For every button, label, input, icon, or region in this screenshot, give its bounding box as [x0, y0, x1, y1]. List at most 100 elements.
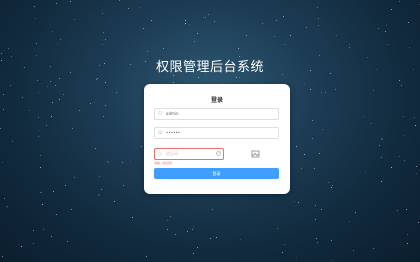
- star: [62, 94, 64, 96]
- star: [59, 99, 61, 100]
- star: [316, 242, 318, 244]
- star: [185, 23, 187, 25]
- clear-icon[interactable]: ×: [216, 151, 221, 156]
- star: [403, 159, 405, 161]
- star: [186, 231, 188, 233]
- star: [197, 247, 199, 249]
- lock-icon: ⊙: [158, 130, 163, 136]
- star: [50, 116, 52, 118]
- star: [371, 123, 373, 125]
- star: [380, 181, 382, 182]
- star: [93, 102, 95, 104]
- star: [384, 30, 386, 32]
- star: [3, 198, 5, 200]
- star: [312, 138, 314, 140]
- star: [398, 79, 400, 81]
- star: [101, 43, 103, 45]
- star: [352, 249, 354, 251]
- star: [107, 162, 109, 164]
- star: [322, 129, 324, 131]
- star: [239, 76, 241, 78]
- star: [41, 204, 43, 206]
- star: [35, 42, 37, 44]
- star: [12, 140, 14, 142]
- star: [140, 145, 142, 147]
- star: [97, 193, 99, 195]
- star: [215, 237, 217, 239]
- star: [283, 15, 284, 17]
- star: [414, 116, 415, 118]
- star: [71, 208, 73, 210]
- star: [386, 25, 387, 27]
- star: [382, 139, 384, 141]
- star: [34, 5, 36, 7]
- star: [45, 125, 47, 127]
- star: [398, 156, 400, 158]
- star: [390, 167, 392, 168]
- star: [197, 32, 198, 34]
- star: [364, 171, 366, 173]
- star: [193, 226, 195, 228]
- star: [103, 32, 104, 33]
- password-field[interactable]: ⊙ ••••••: [154, 127, 279, 139]
- star: [189, 23, 191, 25]
- star: [66, 241, 68, 243]
- star: [417, 222, 419, 224]
- star: [10, 84, 12, 86]
- star: [297, 202, 299, 204]
- star: [142, 27, 144, 29]
- star: [2, 94, 4, 96]
- captcha-image[interactable]: [250, 150, 262, 158]
- star: [173, 81, 175, 83]
- star: [73, 176, 75, 178]
- star: [362, 115, 364, 117]
- star: [408, 21, 410, 23]
- star: [28, 109, 30, 111]
- star: [214, 20, 216, 22]
- star: [403, 134, 404, 136]
- star: [175, 234, 177, 236]
- star: [209, 237, 211, 239]
- star: [315, 218, 317, 220]
- star: [56, 214, 58, 215]
- star: [239, 239, 241, 241]
- star: [391, 8, 393, 10]
- star: [416, 172, 417, 174]
- star: [41, 191, 43, 193]
- star: [281, 251, 283, 253]
- star: [415, 125, 417, 127]
- star: [372, 248, 374, 250]
- star: [166, 220, 168, 222]
- captcha-field[interactable]: ◇ 验证码 ×: [154, 148, 224, 160]
- user-icon: ⚇: [158, 111, 163, 117]
- star: [327, 181, 329, 183]
- star: [38, 136, 39, 138]
- star: [40, 166, 42, 168]
- star: [163, 48, 165, 50]
- star: [274, 35, 276, 37]
- star: [348, 44, 350, 46]
- star: [105, 105, 107, 107]
- star: [52, 102, 53, 104]
- star: [348, 220, 350, 222]
- login-button[interactable]: 登录: [154, 168, 279, 179]
- star: [1, 53, 3, 55]
- star: [331, 186, 333, 188]
- star: [399, 0, 400, 2]
- star: [147, 51, 149, 53]
- star: [113, 200, 115, 202]
- captcha-broken-image-icon: [251, 150, 260, 158]
- star: [151, 20, 152, 22]
- star: [0, 127, 2, 129]
- star: [330, 239, 332, 241]
- star: [262, 22, 264, 24]
- star: [311, 119, 313, 121]
- star: [373, 90, 375, 92]
- star: [284, 243, 286, 245]
- star: [47, 86, 49, 87]
- username-field[interactable]: ⚇ admin: [154, 108, 279, 120]
- star: [305, 27, 307, 28]
- star: [72, 128, 74, 130]
- star: [169, 215, 171, 217]
- page-title: 权限管理后台系统: [155, 60, 264, 75]
